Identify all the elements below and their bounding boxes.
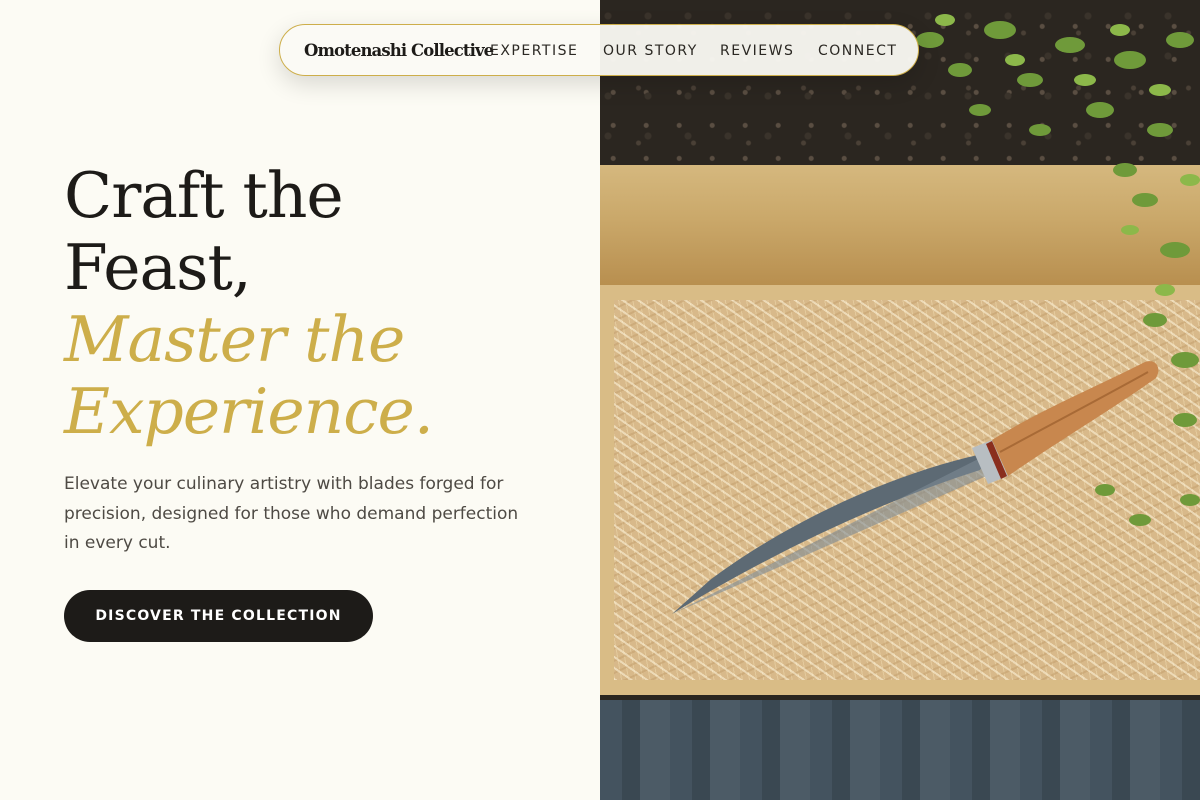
hero-knife-photo xyxy=(600,0,1200,800)
main-navigation: Omotenashi Collective EXPERTISE OUR STOR… xyxy=(279,24,919,76)
hero-content: Craft the Feast, Master the Experience. … xyxy=(0,0,600,800)
nav-link-reviews[interactable]: REVIEWS xyxy=(720,25,794,77)
headline-accent-line-2: Experience. xyxy=(64,375,434,448)
headline-line-1: Craft the xyxy=(64,159,344,232)
nav-link-connect[interactable]: CONNECT xyxy=(818,25,897,77)
herb-leaves-icon xyxy=(916,14,1200,526)
nav-link-our-story[interactable]: OUR STORY xyxy=(603,25,698,77)
brand-logo[interactable]: Omotenashi Collective xyxy=(304,25,494,77)
hero-headline: Craft the Feast, Master the Experience. xyxy=(64,159,434,448)
hero-description: Elevate your culinary artistry with blad… xyxy=(64,474,519,553)
nav-link-expertise[interactable]: EXPERTISE xyxy=(490,25,578,77)
headline-accent-line-1: Master the xyxy=(64,303,405,376)
discover-collection-button[interactable]: DISCOVER THE COLLECTION xyxy=(64,590,373,642)
headline-line-2: Feast, xyxy=(64,231,252,304)
